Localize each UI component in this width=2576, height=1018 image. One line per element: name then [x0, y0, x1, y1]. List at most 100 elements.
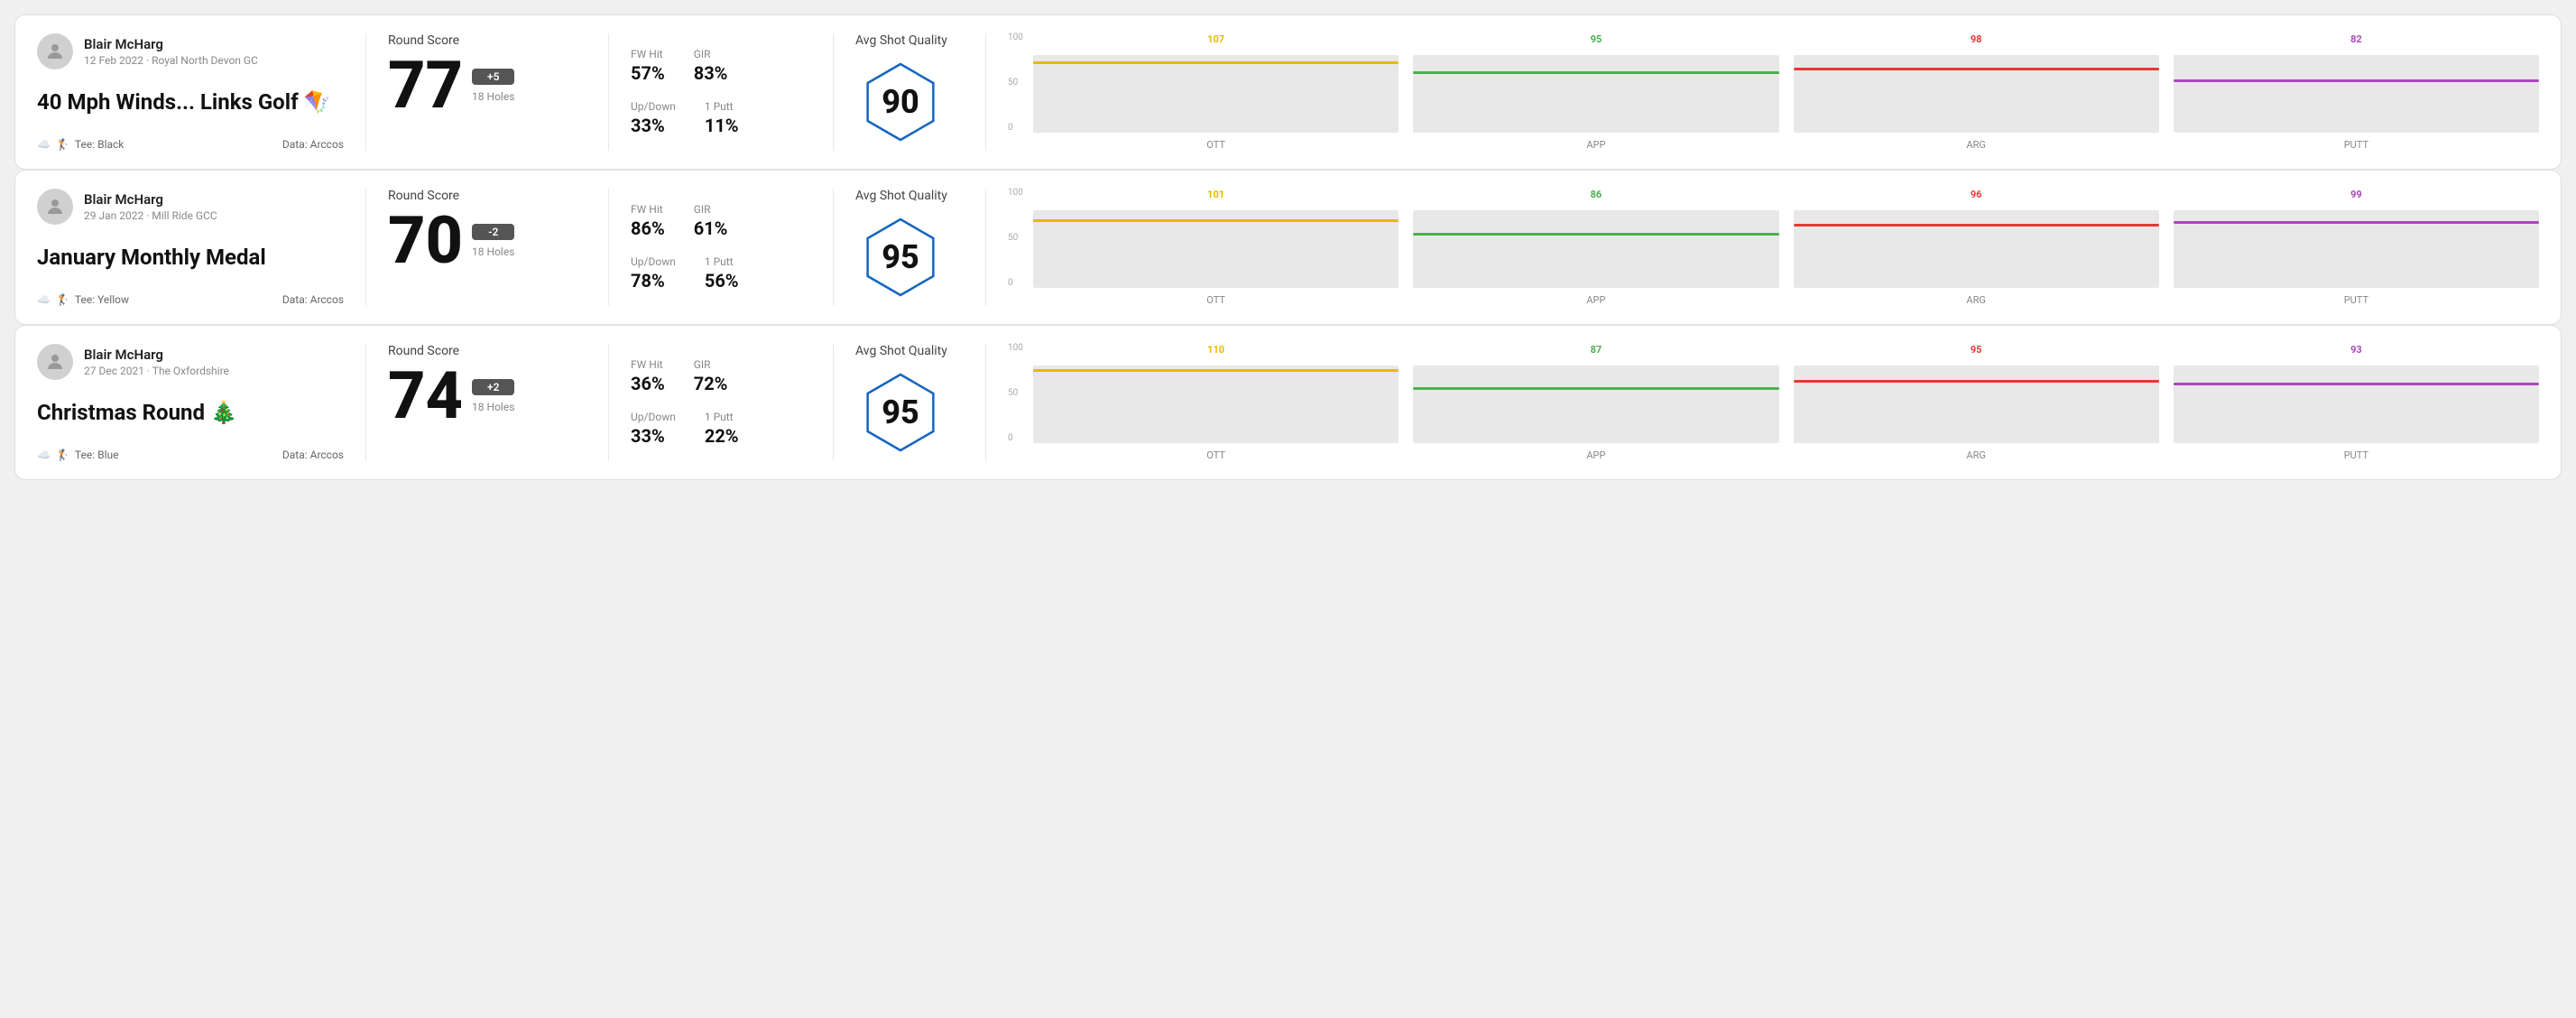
bar-background [1413, 55, 1778, 133]
stat-updown-value: 33% [631, 115, 676, 136]
user-meta: 29 Jan 2022 · Mill Ride GCC [84, 209, 217, 222]
bar-value-app: 95 [1591, 33, 1602, 45]
round-title: January Monthly Medal [37, 245, 344, 271]
bar-background [1794, 366, 2159, 443]
hexagon: 95 [860, 217, 941, 298]
round-card-1[interactable]: Blair McHarg12 Feb 2022 · Royal North De… [14, 14, 2562, 170]
bar-col-putt: 82 [2174, 33, 2539, 133]
bag-icon: 🏌️ [56, 138, 69, 151]
divider-3 [833, 33, 834, 151]
round-card-3[interactable]: Blair McHarg27 Dec 2021 · The Oxfordshir… [14, 325, 2562, 480]
bar-value-app: 87 [1591, 344, 1602, 356]
data-source: Data: Arccos [282, 293, 344, 306]
stat-oneputt-value: 22% [705, 425, 739, 447]
divider-2 [608, 344, 609, 461]
stats-row-1: FW Hit86%GIR61% [631, 203, 811, 239]
hex-score: 95 [882, 393, 919, 431]
bar-fill [1413, 233, 1778, 236]
score-badge: +2 [472, 379, 514, 395]
bar-col-ott: 101 [1033, 189, 1399, 288]
y-axis-labels: 100500 [1008, 344, 1023, 443]
stat-gir-label: GIR [694, 203, 728, 216]
bar-fill [1033, 219, 1399, 222]
bar-value-putt: 82 [2350, 33, 2362, 45]
x-label-arg: ARG [1794, 294, 2159, 306]
avatar [37, 33, 73, 69]
y-axis-label: 50 [1008, 234, 1023, 243]
y-axis-labels: 100500 [1008, 189, 1023, 288]
bar-background [1794, 55, 2159, 133]
chart-bars: 101869699 [1033, 189, 2539, 288]
x-axis-labels: OTTAPPARGPUTT [1033, 139, 2539, 151]
y-axis-labels: 100500 [1008, 33, 1023, 133]
bar-value-arg: 96 [1971, 189, 1982, 200]
score-badge: +5 [472, 69, 514, 85]
stat-fw-hit: FW Hit36% [631, 358, 665, 394]
bar-col-arg: 95 [1794, 344, 2159, 443]
bar-background [2174, 55, 2539, 133]
stat-oneputt-value: 11% [705, 115, 739, 136]
stat-oneputt: 1 Putt11% [705, 100, 739, 136]
x-label-arg: ARG [1794, 449, 2159, 461]
quality-label: Avg Shot Quality [855, 189, 947, 203]
stat-oneputt-label: 1 Putt [705, 411, 739, 423]
score-badge: -2 [472, 224, 514, 240]
divider-3 [833, 344, 834, 461]
user-meta: 12 Feb 2022 · Royal North Devon GC [84, 54, 258, 67]
stat-fw-hit-value: 86% [631, 217, 665, 239]
stat-updown: Up/Down78% [631, 255, 676, 292]
bar-fill [2174, 383, 2539, 385]
stat-gir-value: 61% [694, 217, 728, 239]
hexagon-container: 95 [855, 367, 946, 458]
cloud-icon: ☁️ [37, 138, 51, 151]
bar-col-arg: 96 [1794, 189, 2159, 288]
stats-row-2: Up/Down 33% 1 Putt11% [631, 100, 811, 136]
score-meta: +518 Holes [472, 69, 514, 103]
stat-updown-label: Up/Down [631, 100, 676, 113]
footer-info: ☁️🏌️Tee: BlackData: Arccos [37, 138, 344, 151]
x-label-ott: OTT [1033, 294, 1399, 306]
bar-col-arg: 98 [1794, 33, 2159, 133]
stats-row-1: FW Hit36%GIR72% [631, 358, 811, 394]
left-section: Blair McHarg27 Dec 2021 · The Oxfordshir… [37, 344, 344, 461]
y-axis-label: 100 [1008, 344, 1023, 353]
hexagon: 95 [860, 372, 941, 453]
divider-4 [985, 344, 986, 461]
bar-value-putt: 99 [2350, 189, 2362, 200]
round-card-2[interactable]: Blair McHarg29 Jan 2022 · Mill Ride GCCJ… [14, 170, 2562, 325]
bar-background [1413, 366, 1778, 443]
y-axis-label: 100 [1008, 189, 1023, 198]
bar-fill [1794, 380, 2159, 383]
bar-background [1033, 366, 1399, 443]
user-name: Blair McHarg [84, 347, 229, 363]
x-label-app: APP [1413, 139, 1778, 151]
stat-fw-hit-label: FW Hit [631, 358, 665, 371]
chart-wrapper: 100500101869699OTTAPPARGPUTT [1008, 189, 2539, 306]
quality-section: Avg Shot Quality 95 [855, 344, 964, 461]
quality-label: Avg Shot Quality [855, 344, 947, 358]
score-row: 74+218 Holes [388, 364, 586, 429]
bar-col-app: 95 [1413, 33, 1778, 133]
stat-updown-label: Up/Down [631, 411, 676, 423]
bag-icon: 🏌️ [56, 449, 69, 461]
bar-fill [2174, 79, 2539, 82]
x-label-arg: ARG [1794, 139, 2159, 151]
score-number: 70 [388, 208, 463, 273]
stat-gir-value: 83% [694, 62, 728, 84]
y-axis-label: 50 [1008, 79, 1023, 88]
tee-label: Tee: Blue [75, 449, 119, 461]
footer-info: ☁️🏌️Tee: YellowData: Arccos [37, 293, 344, 306]
divider-2 [608, 33, 609, 151]
stats-row-2: Up/Down 33% 1 Putt 22% [631, 411, 811, 447]
stat-fw-hit-value: 57% [631, 62, 665, 84]
bar-value-ott: 110 [1207, 344, 1224, 356]
chart-bars: 110 87 9593 [1033, 344, 2539, 443]
tee-label: Tee: Black [75, 138, 124, 151]
bar-fill [1794, 224, 2159, 227]
stat-gir-label: GIR [694, 48, 728, 60]
left-section: Blair McHarg29 Jan 2022 · Mill Ride GCCJ… [37, 189, 344, 306]
stat-updown-value: 33% [631, 425, 676, 447]
score-meta: +218 Holes [472, 379, 514, 413]
tee-info: ☁️ 🏌️ Tee: Black [37, 138, 124, 151]
bar-col-putt: 93 [2174, 344, 2539, 443]
